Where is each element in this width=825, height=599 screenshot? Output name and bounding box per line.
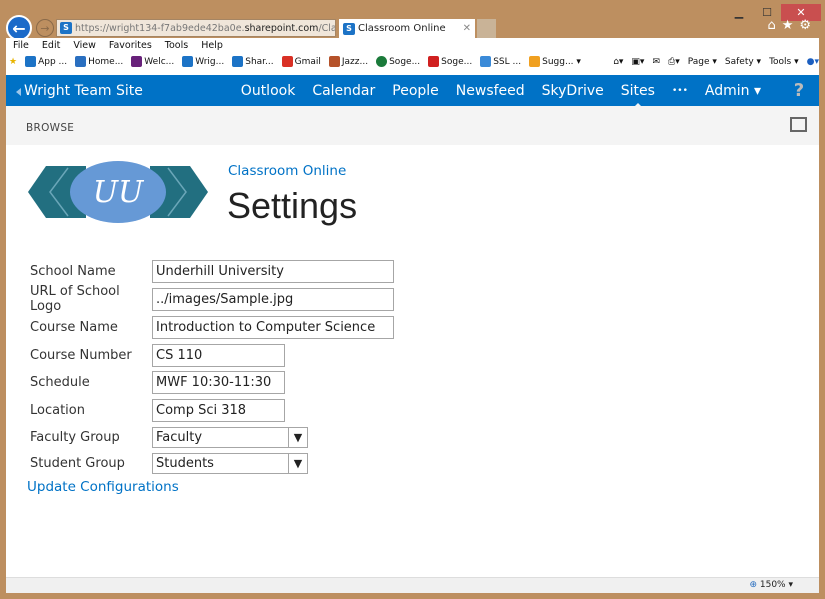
nav-calendar[interactable]: Calendar — [312, 83, 375, 99]
site-title-link[interactable]: Wright Team Site — [6, 83, 143, 99]
chevron-down-icon[interactable]: ▼ — [288, 427, 307, 447]
main-content: UU Classroom Online Settings School Name… — [6, 145, 819, 577]
feeds-icon[interactable]: ▣▾ — [631, 57, 644, 67]
favorite-item[interactable]: Sugg... ▾ — [529, 56, 581, 67]
form-row-logo-url: URL of School Logo — [30, 284, 394, 314]
home-favorites-gear-icons[interactable]: ⌂★⚙ — [767, 18, 817, 33]
top-nav: Outlook Calendar People Newsfeed SkyDriv… — [241, 83, 761, 108]
menu-favorites[interactable]: Favorites — [109, 40, 152, 51]
favorite-item[interactable]: Shar... — [232, 56, 274, 67]
favorites-star-icon[interactable]: ★ — [9, 57, 17, 67]
suite-bar: Wright Team Site Outlook Calendar People… — [6, 75, 819, 108]
course-number-input[interactable] — [152, 343, 285, 367]
logo-text: UU — [93, 175, 145, 210]
favorite-item[interactable]: Home... — [75, 56, 123, 67]
sharepoint-icon: S — [60, 22, 72, 34]
form-row-faculty-group: Faculty Group Faculty ▼ — [30, 425, 308, 449]
location-input[interactable] — [152, 398, 285, 422]
minimize-button[interactable]: ▁ — [725, 4, 753, 21]
help-icon[interactable]: ●▾ — [807, 57, 819, 67]
form-row-course-number: Course Number — [30, 343, 285, 367]
safety-menu[interactable]: Safety ▾ — [725, 57, 761, 67]
favorite-item[interactable]: Welc... — [131, 56, 174, 67]
menu-help[interactable]: Help — [201, 40, 223, 51]
nav-newsfeed[interactable]: Newsfeed — [456, 83, 525, 99]
forward-button[interactable]: → — [36, 19, 54, 37]
zoom-icon: ⊕ — [749, 580, 757, 590]
form-row-location: Location — [30, 398, 285, 422]
favorite-item[interactable]: Wrig... — [182, 56, 224, 67]
favorite-item[interactable]: SSL ... — [480, 56, 521, 67]
school-logo: UU — [28, 161, 208, 223]
favorite-item[interactable]: Soge... — [428, 56, 472, 67]
favorite-item[interactable]: Soge... — [376, 56, 420, 67]
zoom-control[interactable]: ⊕ 150% ▾ — [749, 580, 793, 590]
print-icon[interactable]: ⎙▾ — [668, 57, 680, 67]
nav-skydrive[interactable]: SkyDrive — [542, 83, 604, 99]
faculty-group-select[interactable]: Faculty ▼ — [152, 426, 308, 448]
ribbon: BROWSE — [6, 106, 819, 145]
school-name-input[interactable] — [152, 259, 394, 283]
help-button[interactable]: ? — [779, 80, 819, 101]
close-tab-icon[interactable]: ✕ — [463, 23, 471, 34]
mail-icon[interactable]: ✉ — [652, 57, 660, 67]
schedule-input[interactable] — [152, 370, 285, 394]
tools-menu[interactable]: Tools ▾ — [769, 57, 799, 67]
browse-tab[interactable]: BROWSE — [26, 122, 74, 134]
chevron-down-icon[interactable]: ▼ — [288, 453, 307, 473]
browser-tab[interactable]: S Classroom Online ✕ — [339, 19, 475, 38]
page-menu[interactable]: Page ▾ — [688, 57, 717, 67]
logo-url-input[interactable] — [152, 287, 394, 311]
course-name-input[interactable] — [152, 315, 394, 339]
form-row-schedule: Schedule — [30, 370, 285, 394]
favorite-item[interactable]: Jazz... — [328, 56, 368, 67]
new-tab-button[interactable] — [477, 19, 496, 38]
menu-tools[interactable]: Tools — [165, 40, 188, 51]
form-row-school-name: School Name — [30, 259, 394, 283]
form-row-course-name: Course Name — [30, 315, 394, 339]
favorite-item[interactable]: Gmail — [281, 56, 321, 67]
focus-on-content-icon[interactable] — [790, 117, 807, 132]
nav-outlook[interactable]: Outlook — [241, 83, 296, 99]
nav-sites[interactable]: Sites — [621, 83, 655, 108]
student-group-select[interactable]: Students ▼ — [152, 452, 308, 474]
address-bar[interactable]: S https://wright134-f7ab9ede42ba0e. share… — [56, 19, 336, 37]
sharepoint-icon: S — [343, 22, 355, 35]
favorite-item[interactable]: App ... — [25, 56, 67, 67]
nav-people[interactable]: People — [392, 83, 439, 99]
breadcrumb[interactable]: Classroom Online — [228, 163, 346, 179]
menu-view[interactable]: View — [73, 40, 96, 51]
menu-edit[interactable]: Edit — [42, 40, 60, 51]
home-icon[interactable]: ⌂▾ — [613, 57, 623, 67]
update-configurations-link[interactable]: Update Configurations — [27, 479, 179, 495]
status-bar: ⊕ 150% ▾ — [6, 577, 819, 593]
nav-more[interactable]: ••• — [672, 86, 688, 96]
page-title: Settings — [227, 185, 358, 226]
command-bar: ⌂▾ ▣▾ ✉ ⎙▾ Page ▾ Safety ▾ Tools ▾ ●▾ — [613, 57, 819, 67]
form-row-student-group: Student Group Students ▼ — [30, 451, 308, 475]
nav-admin[interactable]: Admin ▾ — [705, 83, 761, 99]
menu-file[interactable]: File — [13, 40, 29, 51]
